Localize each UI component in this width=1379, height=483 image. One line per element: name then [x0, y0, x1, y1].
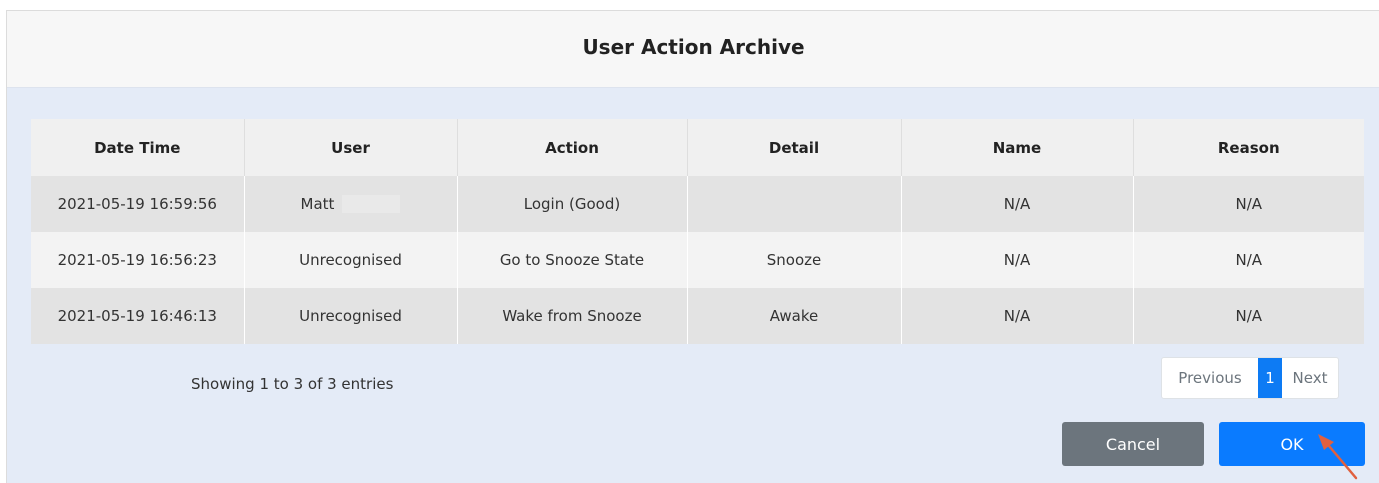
cancel-button[interactable]: Cancel — [1062, 422, 1204, 466]
dialog-title: User Action Archive — [582, 35, 805, 59]
cell-reason: N/A — [1133, 176, 1364, 232]
cell-name: N/A — [901, 232, 1134, 288]
cell-date-time: 2021-05-19 16:46:13 — [31, 288, 245, 344]
pagination: Previous 1 Next — [1161, 357, 1339, 399]
table-info-text: Showing 1 to 3 of 3 entries — [191, 375, 394, 393]
cell-reason: N/A — [1133, 288, 1364, 344]
cell-name: N/A — [901, 288, 1134, 344]
cell-reason: N/A — [1133, 232, 1364, 288]
table-row[interactable]: 2021-05-19 16:46:13 Unrecognised Wake fr… — [31, 288, 1364, 344]
cell-date-time: 2021-05-19 16:56:23 — [31, 232, 245, 288]
cell-name: N/A — [901, 176, 1134, 232]
user-action-archive-dialog: User Action Archive Date Time User Actio… — [6, 10, 1379, 483]
dialog-header: User Action Archive — [7, 11, 1379, 88]
pagination-page-1-button[interactable]: 1 — [1258, 358, 1282, 398]
redacted-surname-block — [342, 195, 401, 214]
archive-table: Date Time User Action Detail Name Reason… — [31, 119, 1364, 344]
cell-user-text: Matt — [300, 194, 335, 213]
cell-action: Login (Good) — [457, 176, 688, 232]
column-header-name[interactable]: Name — [901, 119, 1134, 176]
cell-action: Wake from Snooze — [457, 288, 688, 344]
column-header-action[interactable]: Action — [457, 119, 688, 176]
pagination-previous-button[interactable]: Previous — [1162, 358, 1258, 398]
cell-user: Unrecognised — [244, 288, 458, 344]
cell-detail: Awake — [687, 288, 902, 344]
cell-action: Go to Snooze State — [457, 232, 688, 288]
arrow-pointer-icon — [1318, 434, 1358, 480]
table-row[interactable]: 2021-05-19 16:59:56 Matt Login (Good) N/… — [31, 176, 1364, 232]
column-header-date-time[interactable]: Date Time — [31, 119, 245, 176]
cell-date-time: 2021-05-19 16:59:56 — [31, 176, 245, 232]
column-header-reason[interactable]: Reason — [1133, 119, 1364, 176]
column-header-detail[interactable]: Detail — [687, 119, 902, 176]
cell-detail: Snooze — [687, 232, 902, 288]
table-row[interactable]: 2021-05-19 16:56:23 Unrecognised Go to S… — [31, 232, 1364, 288]
cell-detail — [687, 176, 902, 232]
cell-user: Matt — [244, 176, 458, 232]
cell-user: Unrecognised — [244, 232, 458, 288]
column-header-user[interactable]: User — [244, 119, 458, 176]
pagination-next-button[interactable]: Next — [1282, 358, 1338, 398]
table-header-row: Date Time User Action Detail Name Reason — [31, 119, 1364, 176]
